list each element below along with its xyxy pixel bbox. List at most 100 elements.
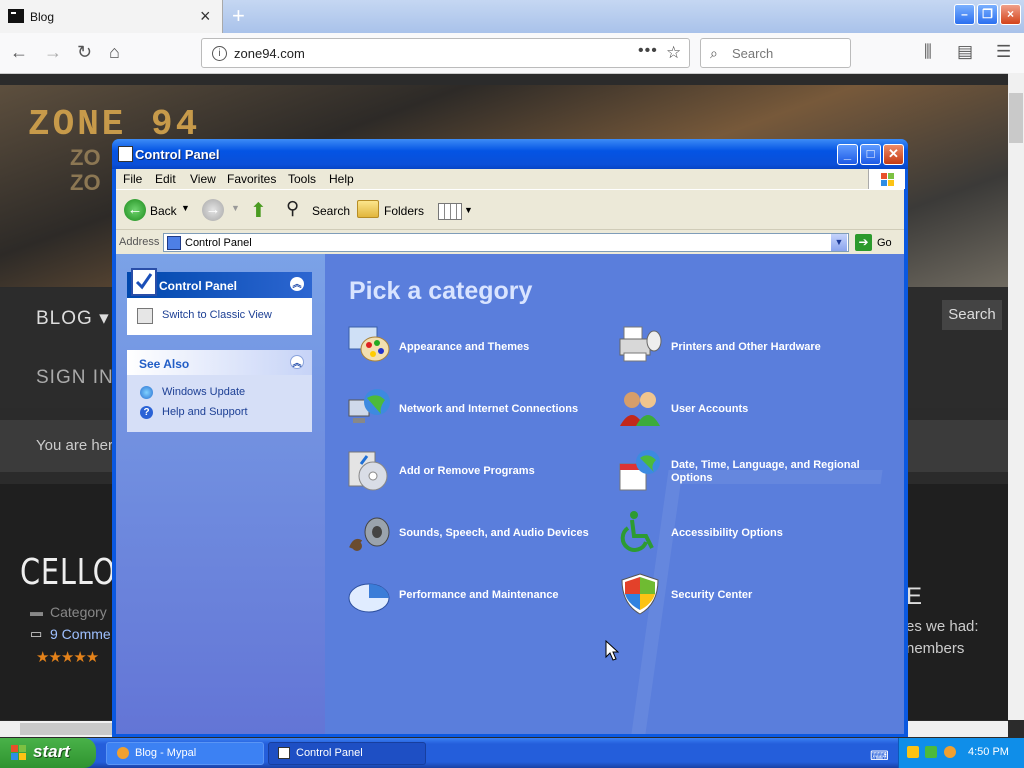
category-performance-maintenance[interactable]: Performance and Maintenance: [399, 589, 629, 602]
category-appearance-themes[interactable]: Appearance and Themes: [399, 341, 629, 354]
clock[interactable]: 4:50 PM: [968, 746, 1009, 758]
search-placeholder: Search: [732, 46, 774, 61]
menu-file[interactable]: File: [123, 172, 142, 186]
browser-tab-blog[interactable]: Blog ×: [0, 0, 223, 33]
bookmark-star-icon[interactable]: ☆: [666, 43, 681, 63]
tab-close-icon[interactable]: ×: [200, 6, 211, 27]
menu-favorites[interactable]: Favorites: [227, 172, 276, 186]
category-user-accounts[interactable]: User Accounts: [671, 403, 901, 416]
checkmark-watermark: [631, 470, 883, 734]
views-dropdown-icon[interactable]: ▼: [464, 205, 473, 215]
search-icon[interactable]: ⚲: [286, 198, 299, 219]
category-add-remove-programs[interactable]: Add or Remove Programs: [399, 465, 629, 478]
post-rating-stars[interactable]: ★★★★★: [36, 648, 99, 666]
address-dropdown-icon[interactable]: ▼: [831, 234, 847, 251]
reload-icon[interactable]: ↻: [77, 42, 92, 63]
menu-tools[interactable]: Tools: [288, 172, 316, 186]
collapse-chevron-icon[interactable]: ︽: [290, 355, 304, 369]
browser-search-input[interactable]: ⌕ Search: [700, 38, 851, 68]
folder-icon: ▬: [30, 604, 43, 619]
page-title: Pick a category: [349, 277, 533, 305]
keyboard-icon[interactable]: ⌨: [870, 748, 889, 764]
browser-close-button[interactable]: ×: [1000, 4, 1021, 25]
help-support-icon: ?: [140, 406, 153, 419]
sound-icon[interactable]: [347, 510, 391, 554]
up-folder-icon[interactable]: ⬆: [250, 198, 267, 223]
forward-button-icon[interactable]: →: [202, 199, 224, 221]
category-accessibility[interactable]: Accessibility Options: [671, 527, 901, 540]
sidebar-heading: E: [906, 583, 923, 610]
go-arrow-icon[interactable]: ➔: [855, 234, 872, 251]
views-icon[interactable]: [438, 203, 462, 220]
window-maximize-button[interactable]: □: [860, 144, 881, 165]
menu-view[interactable]: View: [190, 172, 216, 186]
window-title-bar[interactable]: [112, 139, 908, 169]
folders-icon[interactable]: [357, 200, 379, 218]
windows-update-link[interactable]: Windows Update: [162, 386, 245, 398]
menu-help[interactable]: Help: [329, 172, 354, 186]
site-menu-signin[interactable]: SIGN IN: [36, 367, 114, 389]
post-comments-link[interactable]: 9 Comme: [50, 626, 111, 642]
sidebar-icon[interactable]: ▤: [957, 42, 973, 62]
category-date-time-language[interactable]: Date, Time, Language, and Regional Optio…: [671, 459, 886, 485]
search-button[interactable]: Search: [312, 204, 350, 218]
window-title: Control Panel: [135, 147, 220, 162]
back-dropdown-icon[interactable]: ▼: [181, 203, 190, 213]
site-info-icon[interactable]: i: [212, 46, 227, 61]
category-printers-hardware[interactable]: Printers and Other Hardware: [671, 341, 901, 354]
search-engine-icon: ⌕: [710, 45, 718, 61]
window-close-button[interactable]: ✕: [883, 144, 904, 165]
page-actions-icon[interactable]: •••: [638, 42, 658, 60]
help-support-link[interactable]: Help and Support: [162, 406, 248, 418]
browser-restore-button[interactable]: ❐: [977, 4, 998, 25]
windows-logo-icon: [868, 169, 905, 189]
control-panel-task-icon: [278, 747, 290, 759]
taskbar-item-control-panel-label: Control Panel: [296, 747, 363, 759]
forward-arrow-icon[interactable]: →: [44, 42, 62, 63]
folders-button[interactable]: Folders: [384, 204, 424, 218]
switch-classic-view-link[interactable]: Switch to Classic View: [162, 309, 272, 321]
sidebar-text-2: nembers: [906, 640, 965, 657]
back-arrow-icon[interactable]: ←: [10, 42, 28, 63]
search-tray-icon[interactable]: [944, 746, 956, 758]
page-vertical-scrollbar[interactable]: [1008, 73, 1024, 720]
menu-edit[interactable]: Edit: [155, 172, 176, 186]
taskbar-item-browser-label: Blog - Mypal: [135, 747, 197, 759]
browser-minimize-button[interactable]: –: [954, 4, 975, 25]
home-icon[interactable]: ⌂: [109, 42, 120, 63]
post-category[interactable]: Category: [50, 604, 107, 620]
go-button[interactable]: Go: [877, 237, 892, 249]
collapse-chevron-icon[interactable]: ︽: [290, 277, 304, 291]
category-sounds-speech-audio[interactable]: Sounds, Speech, and Audio Devices: [399, 527, 629, 540]
windows-update-icon: [140, 386, 153, 399]
menu-hamburger-icon[interactable]: ☰: [996, 42, 1011, 62]
window-minimize-button[interactable]: _: [837, 144, 858, 165]
library-icon[interactable]: ⫼: [924, 42, 932, 62]
back-button[interactable]: Back: [150, 204, 177, 218]
network-tray-icon[interactable]: [925, 746, 937, 758]
category-security-center[interactable]: Security Center: [671, 589, 901, 602]
control-panel-box-title: Control Panel: [159, 279, 238, 293]
security-alert-icon[interactable]: [907, 746, 919, 758]
back-button-icon[interactable]: ←: [124, 199, 146, 221]
sidebar-text-1: es we had:: [906, 618, 979, 635]
address-input[interactable]: Control Panel: [163, 233, 849, 252]
appearance-themes-icon[interactable]: [347, 323, 391, 367]
control-panel-small-icon: [167, 236, 181, 250]
category-network-internet[interactable]: Network and Internet Connections: [399, 403, 629, 416]
browser-app-icon: [117, 747, 129, 759]
performance-icon[interactable]: [347, 572, 391, 616]
site-menu-blog[interactable]: BLOG ▾: [36, 307, 110, 330]
address-label: Address: [119, 236, 160, 248]
forward-dropdown-icon[interactable]: ▼: [231, 203, 240, 213]
switch-view-icon: [137, 308, 153, 324]
add-remove-programs-icon[interactable]: [347, 448, 391, 492]
site-search-button[interactable]: Search: [942, 300, 1002, 330]
network-icon[interactable]: [347, 386, 391, 430]
url-bar[interactable]: i zone94.com ••• ☆: [201, 38, 690, 68]
vertical-scroll-thumb[interactable]: [1009, 93, 1023, 143]
breadcrumb: You are her: [36, 437, 114, 454]
post-title[interactable]: CELLO: [20, 552, 116, 593]
comment-icon: ▭: [30, 626, 43, 641]
new-tab-button[interactable]: +: [232, 3, 245, 29]
